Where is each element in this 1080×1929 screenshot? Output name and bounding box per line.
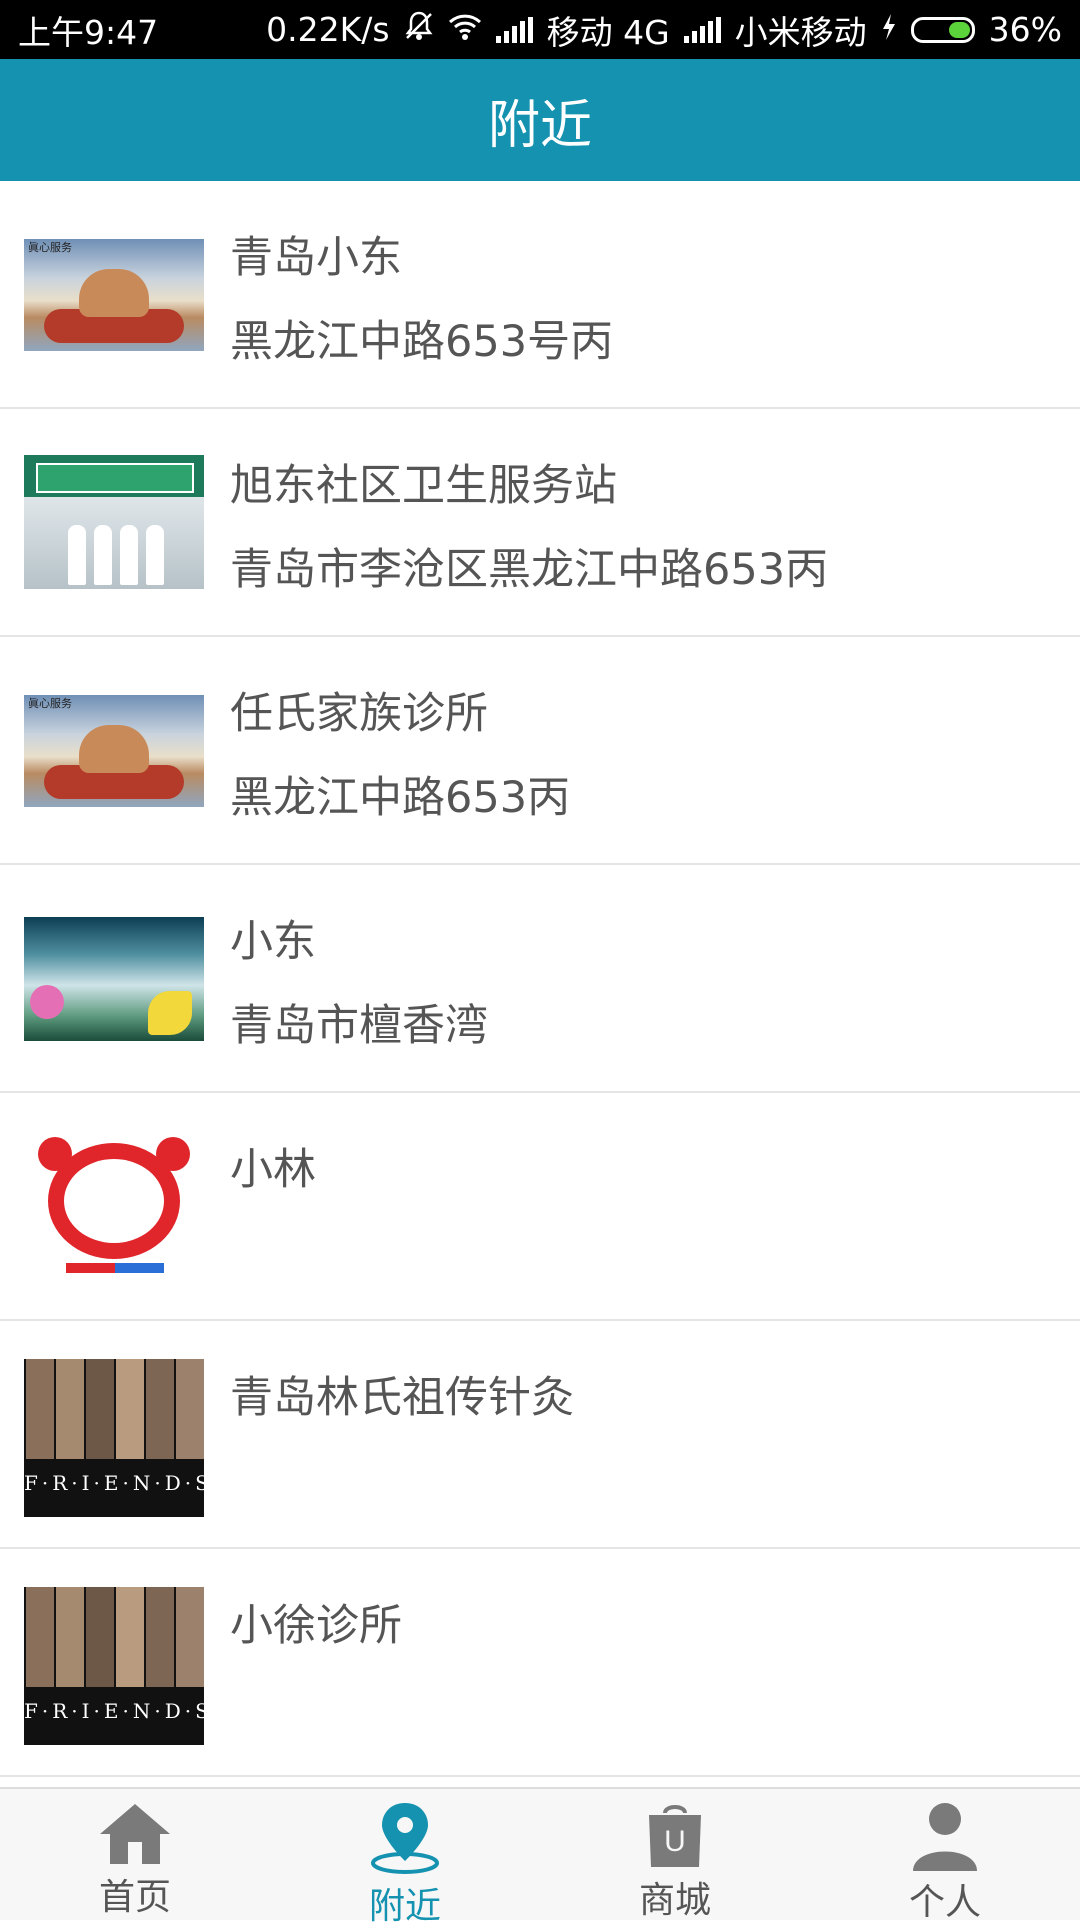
carrier-2: 小米移动 [734,12,867,52]
item-thumbnail: 眞心服务 [24,695,204,807]
tab-label: 附近 [368,1886,441,1927]
item-thumbnail [24,455,204,589]
tab-label: 个人 [908,1882,981,1923]
status-bar: 上午9:47 0.22K/s 移动 4G 小米移动 36% [0,0,1080,59]
list-item[interactable]: 眞心服务 青岛小东 黑龙江中路653号丙 [0,181,1080,409]
mute-bell-icon [404,10,434,50]
network-speed: 0.22K/s [266,10,390,49]
item-thumbnail [24,1135,204,1279]
list-item[interactable]: F·R·I·E·N·D·S 小徐诊所 [0,1549,1080,1777]
shopping-bag-icon: U [643,1801,707,1869]
battery-percent: 36% [988,10,1062,49]
bottom-tab-bar: 首页 附近 U 商城 个人 [0,1787,1080,1927]
person-icon [910,1801,980,1871]
item-thumbnail [24,917,204,1041]
item-title: 小东 [230,917,316,967]
wifi-icon [448,10,482,49]
tab-label: 首页 [98,1877,171,1918]
page-header: 附近 [0,59,1080,181]
list-item[interactable]: F·R·I·E·N·D·S 青岛林氏祖传针灸 [0,1321,1080,1549]
item-title: 青岛小东 [230,233,402,283]
page-title: 附近 [487,95,592,156]
item-title: 旭东社区卫生服务站 [230,461,617,511]
item-thumbnail: F·R·I·E·N·D·S [24,1587,204,1745]
list-item[interactable]: 小林 [0,1093,1080,1321]
tab-home[interactable]: 首页 [0,1789,270,1920]
list-item[interactable]: 旭东社区卫生服务站 青岛市李沧区黑龙江中路653丙 [0,409,1080,637]
tab-mall[interactable]: U 商城 [540,1789,810,1921]
item-address: 青岛市檀香湾 [230,1001,488,1051]
tab-label: 商城 [638,1880,711,1921]
list-item[interactable]: 小东 青岛市檀香湾 [0,865,1080,1093]
tab-profile[interactable]: 个人 [810,1789,1080,1923]
nearby-list[interactable]: 眞心服务 青岛小东 黑龙江中路653号丙 旭东社区卫生服务站 青岛市李沧区黑龙江… [0,181,1080,1785]
battery-icon [910,16,975,43]
carrier-1: 移动 4G [546,12,670,52]
item-address: 黑龙江中路653号丙 [230,317,614,367]
item-address: 黑龙江中路653丙 [230,773,571,823]
signal-icon [495,16,533,43]
item-address: 青岛市李沧区黑龙江中路653丙 [230,545,829,595]
home-icon [98,1801,172,1866]
charging-icon [881,10,897,49]
item-thumbnail: F·R·I·E·N·D·S [24,1359,204,1517]
item-title: 任氏家族诊所 [230,689,488,739]
item-title: 小林 [230,1145,316,1195]
item-title: 小徐诊所 [230,1601,402,1651]
tab-nearby[interactable]: 附近 [270,1789,540,1927]
item-title: 青岛林氏祖传针灸 [230,1373,574,1423]
location-pin-icon [368,1801,442,1875]
item-thumbnail: 眞心服务 [24,239,204,351]
status-time: 上午9:47 [18,12,159,52]
signal-icon [683,16,721,43]
list-item[interactable]: 眞心服务 任氏家族诊所 黑龙江中路653丙 [0,637,1080,865]
svg-text:U: U [664,1825,686,1858]
